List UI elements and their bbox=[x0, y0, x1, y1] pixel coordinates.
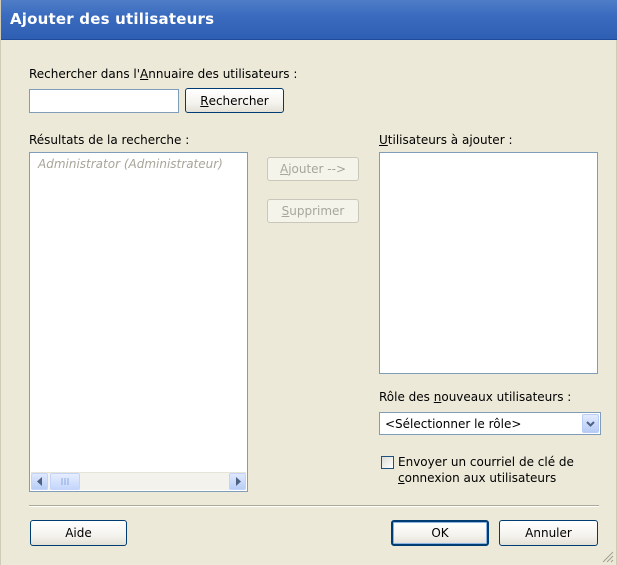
dialog-title: Ajouter des utilisateurs bbox=[10, 10, 215, 28]
role-select[interactable]: <Sélectionner le rôle> bbox=[379, 412, 601, 435]
results-label: Résultats de la recherche : bbox=[29, 133, 190, 147]
search-label: Rechercher dans l'Annuaire des utilisate… bbox=[29, 67, 298, 81]
separator bbox=[29, 505, 599, 507]
add-button[interactable]: Ajouter --> bbox=[267, 157, 359, 181]
scroll-right-icon[interactable] bbox=[229, 473, 246, 490]
search-button[interactable]: Rechercher bbox=[185, 88, 284, 113]
help-button[interactable]: Aide bbox=[30, 520, 127, 546]
chevron-down-icon[interactable] bbox=[582, 414, 599, 433]
results-list[interactable]: Administrator (Administrateur) bbox=[29, 152, 248, 492]
search-input[interactable] bbox=[29, 89, 179, 113]
email-key-label: Envoyer un courriel de clé de connexion … bbox=[398, 455, 574, 485]
role-label: Rôle des nouveaux utilisateurs : bbox=[379, 390, 572, 404]
resize-grip-icon[interactable] bbox=[602, 551, 614, 563]
scroll-left-icon[interactable] bbox=[31, 473, 48, 490]
users-to-add-list[interactable] bbox=[379, 152, 598, 374]
list-item[interactable]: Administrator (Administrateur) bbox=[38, 157, 223, 171]
role-select-value: <Sélectionner le rôle> bbox=[385, 416, 522, 431]
scroll-thumb[interactable] bbox=[50, 473, 80, 490]
cancel-button[interactable]: Annuler bbox=[499, 520, 598, 546]
ok-button[interactable]: OK bbox=[391, 520, 489, 546]
remove-button[interactable]: Supprimer bbox=[267, 199, 359, 223]
users-to-add-label: Utilisateurs à ajouter : bbox=[379, 133, 513, 147]
email-key-checkbox[interactable] bbox=[381, 456, 394, 469]
title-bar[interactable]: Ajouter des utilisateurs bbox=[1, 0, 617, 40]
horizontal-scrollbar[interactable] bbox=[31, 472, 246, 490]
add-users-dialog: Ajouter des utilisateurs Rechercher dans… bbox=[0, 0, 617, 565]
